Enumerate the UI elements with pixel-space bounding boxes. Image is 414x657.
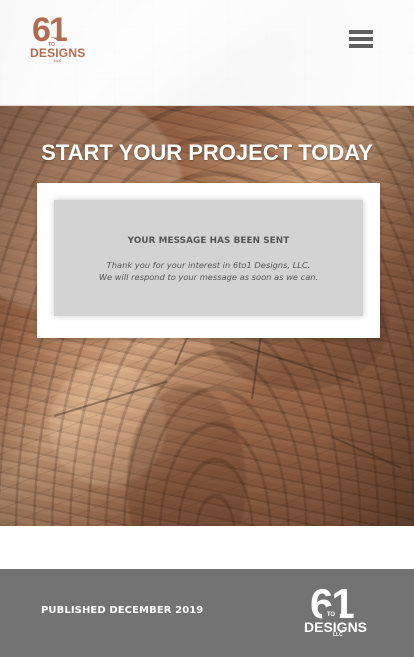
published-date: PUBLISHED DECEMBER 2019 bbox=[41, 605, 204, 616]
brand-logo-link[interactable]: 61 TO DESIGNS LLC bbox=[30, 13, 86, 63]
wood-crack bbox=[229, 341, 354, 384]
menu-line-bottom bbox=[349, 44, 373, 48]
footer-logo-link[interactable]: 61 TO DESIGNS LLC bbox=[304, 583, 374, 644]
project-hero: START YOUR PROJECT TODAY YOUR MESSAGE HA… bbox=[0, 106, 414, 526]
menu-line-top bbox=[349, 30, 373, 34]
menu-line-middle bbox=[349, 37, 373, 41]
message-response-text: We will respond to your message as soon … bbox=[98, 272, 319, 282]
message-thank-you-text: Thank you for your interest in 6to1 Desi… bbox=[106, 260, 311, 270]
site-footer: PUBLISHED DECEMBER 2019 61 TO DESIGNS LL… bbox=[0, 569, 414, 657]
logo-llc-text: LLC bbox=[54, 58, 62, 63]
confirmation-panel: YOUR MESSAGE HAS BEEN SENT Thank you for… bbox=[37, 183, 380, 338]
page-title: START YOUR PROJECT TODAY bbox=[41, 140, 373, 165]
message-sent-title: YOUR MESSAGE HAS BEEN SENT bbox=[127, 236, 290, 246]
footer-logo-llc-text: LLC bbox=[333, 632, 343, 638]
wood-crack bbox=[53, 380, 168, 417]
site-header: 61 TO DESIGNS LLC bbox=[0, 0, 414, 106]
page: 61 TO DESIGNS LLC START YOUR PROJECT TOD… bbox=[0, 0, 414, 657]
wood-crack bbox=[331, 436, 402, 469]
message-sent-box: YOUR MESSAGE HAS BEEN SENT Thank you for… bbox=[54, 200, 363, 316]
hamburger-menu-icon[interactable] bbox=[349, 30, 373, 49]
